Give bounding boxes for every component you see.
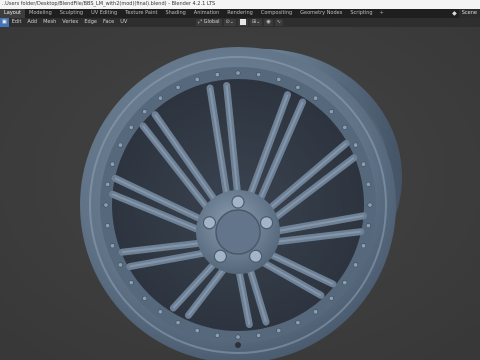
transform-orientation-label: Global (203, 19, 220, 25)
tab-uv-editing[interactable]: UV Editing (87, 9, 121, 18)
workspace-tab-bar: Layout Modeling Sculpting UV Editing Tex… (0, 9, 480, 18)
rivet (276, 76, 282, 82)
tab-sculpting[interactable]: Sculpting (56, 9, 87, 18)
rivet (175, 320, 181, 326)
viewport-header: ▣ Edit Add Mesh Vertex Edge Face UV ⤢ Gl… (0, 18, 480, 27)
rivet (194, 76, 200, 82)
rivet (342, 124, 348, 130)
rivet (353, 262, 359, 268)
lug-nut (231, 195, 245, 209)
menu-mesh[interactable]: Mesh (40, 18, 59, 27)
center-bore (215, 209, 261, 255)
menu-edit[interactable]: Edit (9, 18, 25, 27)
rivet (157, 95, 163, 101)
window-titlebar: ..Users folder/Desktop/BlendFile/BBS_LM_… (0, 0, 480, 9)
rivet (117, 262, 123, 268)
rivet (328, 295, 334, 301)
rivet (128, 124, 134, 130)
rivet (214, 72, 220, 78)
rivet (109, 243, 115, 249)
rivet (128, 280, 134, 286)
rivet (256, 72, 262, 78)
rivet (276, 328, 282, 334)
rivet (194, 328, 200, 334)
menu-uv[interactable]: UV (117, 18, 130, 27)
rivet (328, 109, 334, 115)
header-tools: ⤢ Global ⊙⌄ ⊞⌄ ◉ ∿ (196, 18, 283, 27)
rivet (361, 161, 367, 167)
rivet (105, 223, 111, 229)
menu-add[interactable]: Add (24, 18, 40, 27)
rivet (142, 109, 148, 115)
tab-scripting[interactable]: Scripting (346, 9, 376, 18)
tab-texture-paint[interactable]: Texture Paint (121, 9, 161, 18)
tab-animation[interactable]: Animation (190, 9, 224, 18)
snap-dropdown-arrow: ⌄ (256, 19, 261, 25)
3d-viewport[interactable] (0, 27, 480, 360)
tab-layout[interactable]: Layout (0, 9, 25, 18)
pivot-dropdown-arrow: ⌄ (229, 19, 234, 25)
rivet (235, 334, 241, 340)
rivet (365, 223, 371, 229)
proportional-edit-icon: ◉ (266, 19, 271, 25)
scene-icon: ◆ (452, 10, 457, 17)
rivet (103, 202, 109, 208)
lug-nut (202, 216, 217, 230)
tab-shading[interactable]: Shading (161, 9, 189, 18)
scene-label: Scene (458, 9, 480, 18)
tab-geometry-nodes[interactable]: Geometry Nodes (296, 9, 346, 18)
proportional-edit-toggle[interactable]: ◉ (264, 19, 273, 26)
menu-edge[interactable]: Edge (81, 18, 100, 27)
rivet (157, 309, 163, 315)
rivet (142, 295, 148, 301)
rivet (313, 309, 319, 315)
rivet (365, 181, 371, 187)
pivot-dropdown[interactable]: ⊙⌄ (223, 19, 236, 26)
rivet (295, 84, 301, 90)
editor-type-icon[interactable]: ▣ (0, 18, 9, 27)
rivet (313, 95, 319, 101)
tab-rendering[interactable]: Rendering (223, 9, 257, 18)
lug-nut (259, 216, 274, 230)
rivet (117, 142, 123, 148)
menu-face[interactable]: Face (100, 18, 117, 27)
rivet (105, 181, 111, 187)
proportional-edit-dropdown[interactable]: ∿ (274, 19, 283, 26)
tab-compositing[interactable]: Compositing (257, 9, 296, 18)
rivet (214, 332, 220, 338)
rivet (367, 202, 373, 208)
lug-nut (249, 249, 263, 263)
rivet (175, 84, 181, 90)
rivet (109, 161, 115, 167)
rivet (361, 243, 367, 249)
transform-orientation-dropdown[interactable]: ⤢ Global (196, 19, 222, 26)
wheel-model (0, 27, 480, 360)
rivet (342, 280, 348, 286)
window-title: ..Users folder/Desktop/BlendFile/BBS_LM_… (2, 1, 216, 7)
add-workspace-button[interactable]: + (377, 9, 387, 18)
snap-icon (239, 19, 246, 25)
rivet (235, 70, 241, 76)
scene-selector[interactable]: ◆ Scene (450, 9, 480, 18)
menu-vertex[interactable]: Vertex (59, 18, 81, 27)
rivet (256, 332, 262, 338)
tab-modeling[interactable]: Modeling (25, 9, 56, 18)
snap-dropdown[interactable]: ⊞⌄ (249, 19, 263, 26)
rivet (295, 320, 301, 326)
rivet (353, 142, 359, 148)
valve-stem-hole (235, 342, 241, 348)
snap-toggle[interactable] (237, 19, 248, 26)
falloff-icon: ∿ (276, 19, 281, 25)
lug-nut (213, 249, 227, 263)
